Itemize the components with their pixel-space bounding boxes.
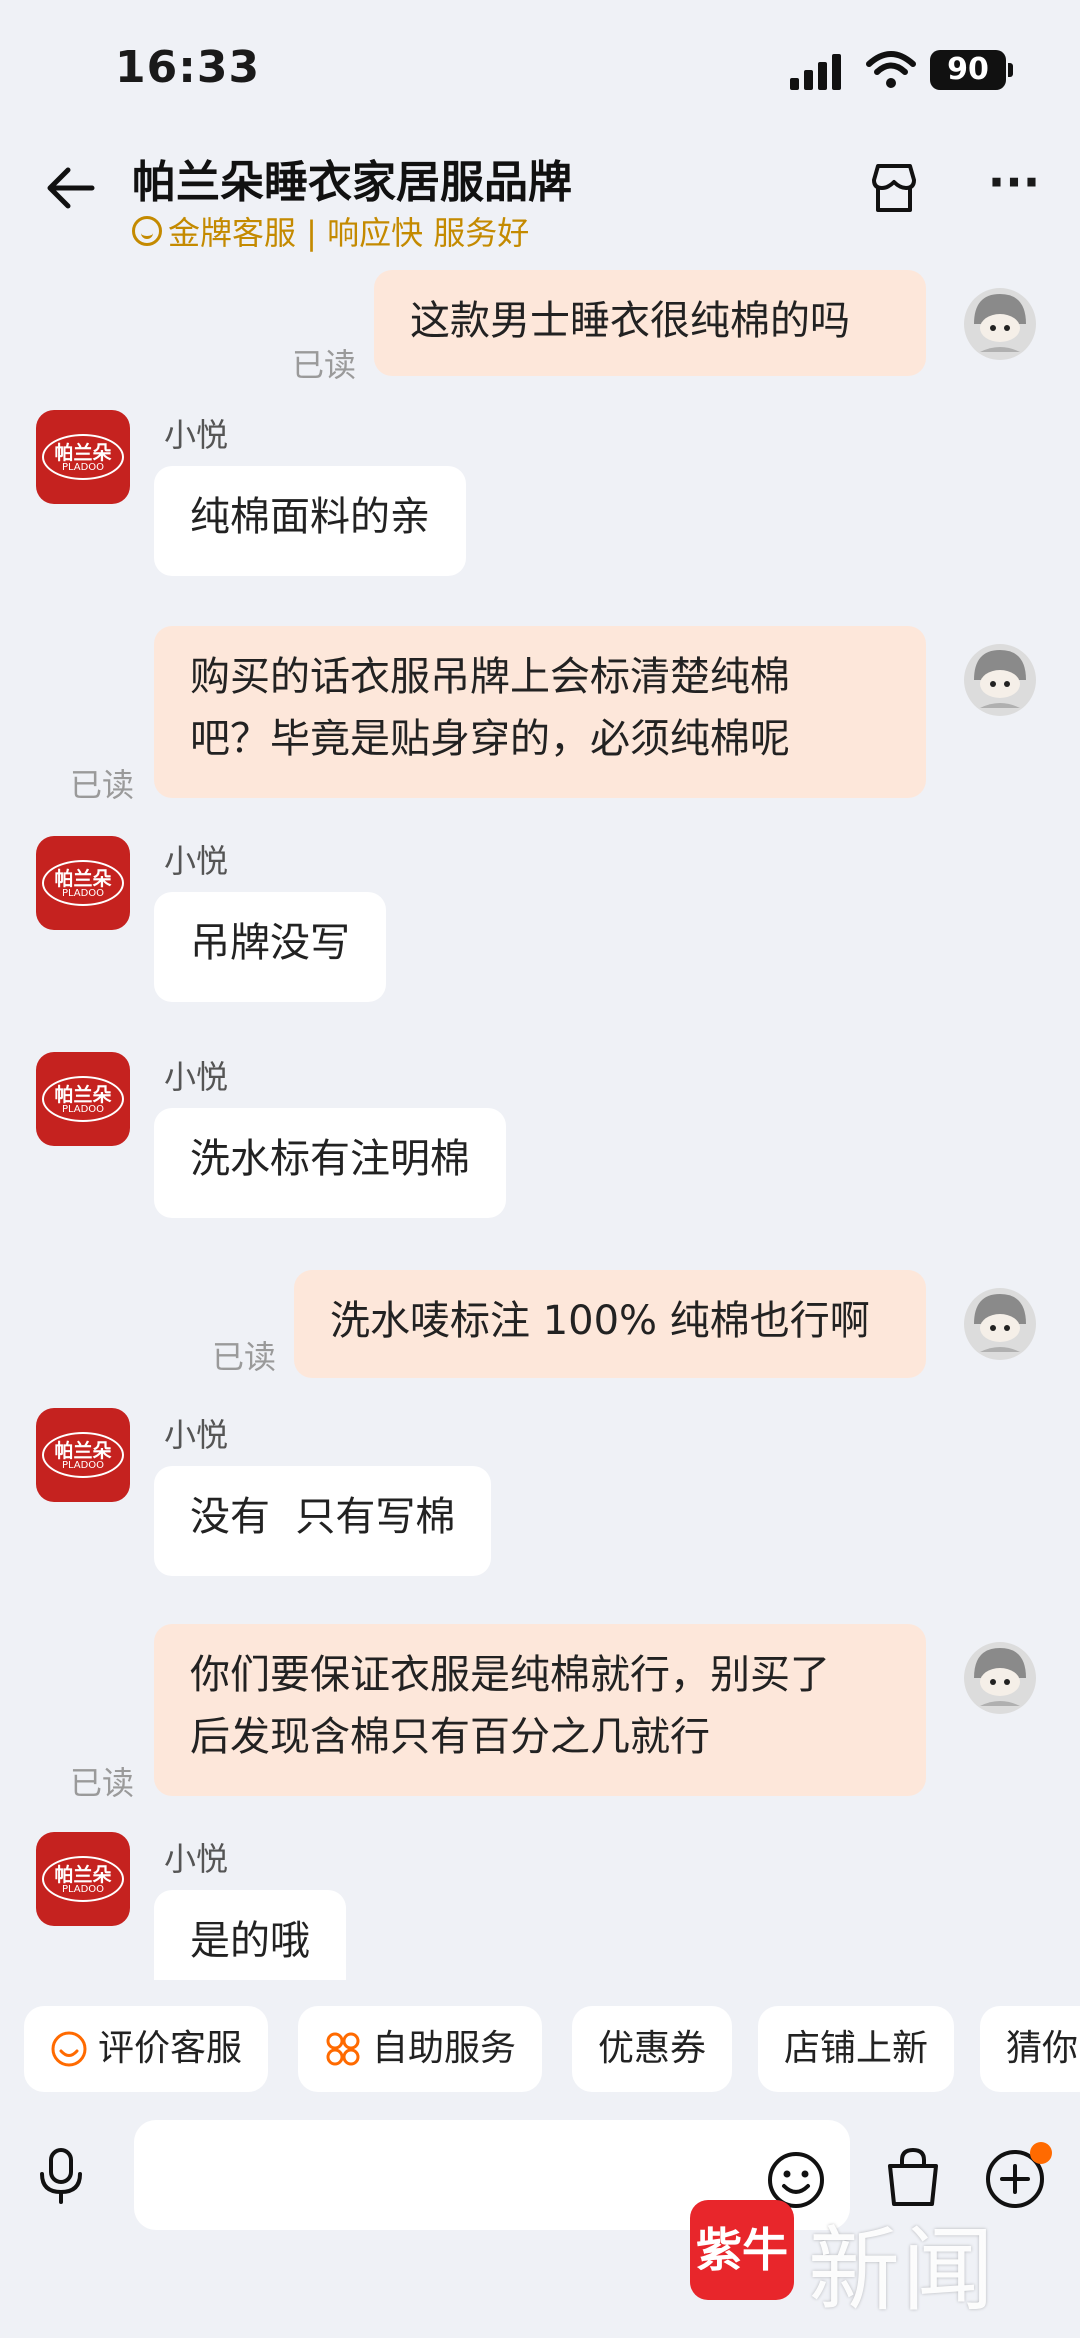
- chip-label: 优惠券: [598, 2028, 707, 2069]
- read-status: 已读: [70, 1764, 135, 1802]
- my-message-bubble[interactable]: 这款男士睡衣很纯棉的吗: [374, 270, 926, 376]
- user-avatar-icon[interactable]: [962, 1286, 1038, 1362]
- sender-name: 小悦: [164, 842, 229, 880]
- logo-text: 帕兰朵: [54, 1864, 112, 1886]
- logo-subtext: PLADOO: [61, 462, 105, 473]
- sender-name: 小悦: [164, 1058, 229, 1096]
- back-arrow-icon[interactable]: [40, 158, 100, 218]
- logo-text: 帕兰朵: [54, 1084, 112, 1106]
- signal-icon: [790, 54, 844, 90]
- service-badge: 金牌客服 | 响应快 服务好: [132, 208, 529, 254]
- logo-subtext: PLADOO: [61, 1104, 105, 1115]
- watermark-text: 新闻: [808, 2217, 997, 2324]
- read-status: 已读: [212, 1338, 277, 1376]
- read-status: 已读: [70, 766, 135, 804]
- service-badge-text: 金牌客服 | 响应快 服务好: [168, 214, 530, 252]
- message-list[interactable]: 已读 这款男士睡衣很纯棉的吗 帕兰朵 PLADOO 小悦 纯棉面料的亲 已读 购…: [0, 260, 1080, 1980]
- grid-icon: [326, 2032, 360, 2066]
- battery-indicator: 90: [930, 50, 1013, 90]
- shop-avatar[interactable]: 帕兰朵 PLADOO: [36, 1832, 130, 1926]
- shop-message-bubble[interactable]: 纯棉面料的亲: [154, 466, 466, 576]
- user-avatar-icon[interactable]: [962, 642, 1038, 718]
- shop-avatar[interactable]: 帕兰朵 PLADOO: [36, 836, 130, 930]
- quick-actions-bar: 评价客服 自助服务 优惠券 店铺上新 猜你: [0, 1998, 1080, 2098]
- message-line: 购买的话衣服吊牌上会标清楚纯棉: [190, 654, 790, 700]
- guess-you-like-chip[interactable]: 猜你: [980, 2006, 1080, 2092]
- shop-message-bubble[interactable]: 没有 只有写棉: [154, 1466, 492, 1576]
- store-icon[interactable]: [866, 160, 922, 216]
- user-avatar-icon[interactable]: [962, 286, 1038, 362]
- more-options-icon[interactable]: ···: [984, 159, 1044, 212]
- shop-message-bubble[interactable]: 洗水标有注明棉: [154, 1108, 506, 1218]
- rate-service-chip[interactable]: 评价客服: [24, 2006, 269, 2092]
- my-message-bubble[interactable]: 购买的话衣服吊牌上会标清楚纯棉 吧？毕竟是贴身穿的，必须纯棉呢: [154, 626, 926, 798]
- chip-label: 自助服务: [372, 2028, 517, 2069]
- sender-name: 小悦: [164, 1416, 229, 1454]
- self-service-chip[interactable]: 自助服务: [298, 2006, 543, 2092]
- chip-label: 猜你: [1006, 2028, 1079, 2069]
- logo-text: 帕兰朵: [54, 868, 112, 890]
- shop-avatar[interactable]: 帕兰朵 PLADOO: [36, 1052, 130, 1146]
- news-watermark: 紫牛 新闻: [690, 2196, 1020, 2324]
- message-line: 后发现含棉只有百分之几就行: [190, 1714, 710, 1760]
- shop-message-bubble[interactable]: 是的哦: [154, 1890, 346, 1980]
- coupon-chip[interactable]: 优惠券: [572, 2006, 733, 2092]
- chat-header: 帕兰朵睡衣家居服品牌 金牌客服 | 响应快 服务好 ···: [0, 140, 1080, 260]
- logo-subtext: PLADOO: [61, 1884, 105, 1895]
- notification-dot: [1030, 2142, 1052, 2164]
- status-time: 16:33: [115, 42, 261, 93]
- logo-subtext: PLADOO: [61, 888, 105, 899]
- status-bar: 16:33 90: [0, 0, 1080, 140]
- new-arrivals-chip[interactable]: 店铺上新: [758, 2006, 955, 2092]
- my-message-bubble[interactable]: 洗水唛标注 100% 纯棉也行啊: [294, 1270, 926, 1378]
- user-avatar-icon[interactable]: [962, 1640, 1038, 1716]
- microphone-icon[interactable]: [30, 2144, 92, 2206]
- message-line: 你们要保证衣服是纯棉就行，别买了: [190, 1652, 830, 1698]
- logo-text: 帕兰朵: [54, 1440, 112, 1462]
- read-status: 已读: [292, 346, 357, 384]
- shop-message-bubble[interactable]: 吊牌没写: [154, 892, 386, 1002]
- shop-avatar[interactable]: 帕兰朵 PLADOO: [36, 410, 130, 504]
- my-message-bubble[interactable]: 你们要保证衣服是纯棉就行，别买了 后发现含棉只有百分之几就行: [154, 1624, 926, 1796]
- shop-avatar[interactable]: 帕兰朵 PLADOO: [36, 1408, 130, 1502]
- chip-label: 店铺上新: [784, 2028, 929, 2069]
- logo-text: 帕兰朵: [54, 442, 112, 464]
- message-line: 吧？毕竟是贴身穿的，必须纯棉呢: [190, 716, 790, 762]
- sender-name: 小悦: [164, 1840, 229, 1878]
- watermark-badge: 紫牛: [690, 2200, 794, 2300]
- chip-label: 评价客服: [98, 2028, 243, 2069]
- smile-icon: [51, 2031, 87, 2067]
- wifi-icon: [866, 51, 916, 88]
- smile-icon: [132, 216, 162, 246]
- sender-name: 小悦: [164, 416, 229, 454]
- shop-name[interactable]: 帕兰朵睡衣家居服品牌: [132, 146, 572, 210]
- logo-subtext: PLADOO: [61, 1460, 105, 1471]
